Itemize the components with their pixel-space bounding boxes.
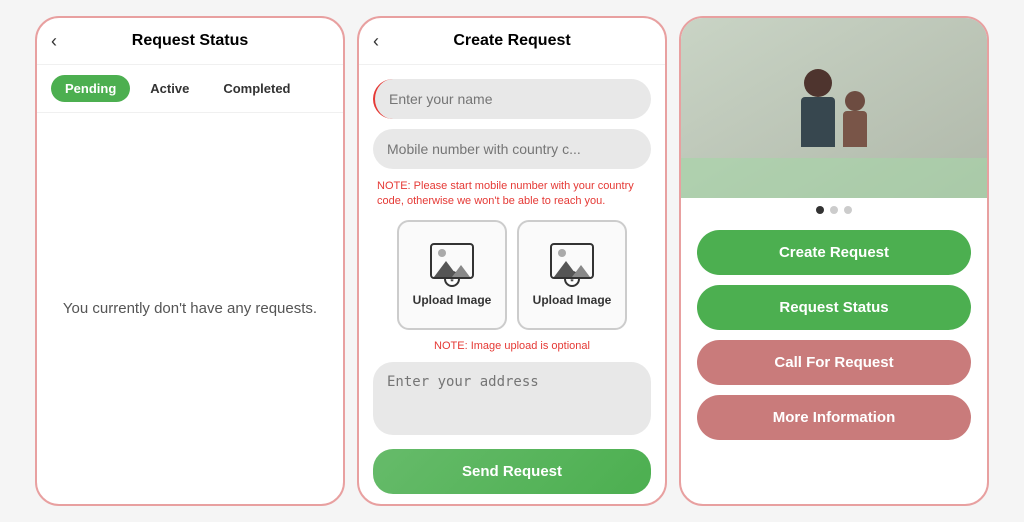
back-arrow-icon[interactable]: ‹ — [51, 31, 57, 52]
upload-label-1: Upload Image — [413, 293, 492, 307]
tab-active[interactable]: Active — [136, 75, 203, 102]
empty-message: You currently don't have any requests. — [63, 300, 317, 317]
image-frame-icon-2 — [550, 243, 594, 279]
tab-pending[interactable]: Pending — [51, 75, 130, 102]
tab-completed[interactable]: Completed — [209, 75, 304, 102]
name-input[interactable] — [373, 79, 651, 119]
upload-note: NOTE: Image upload is optional — [373, 340, 651, 352]
child-person — [843, 91, 867, 147]
home-screen: Create Request Request Status Call For R… — [679, 16, 989, 506]
upload-row: ⇧ Upload Image ⇧ Upload Image — [373, 220, 651, 330]
address-input[interactable] — [373, 362, 651, 435]
mobile-input[interactable] — [373, 129, 651, 169]
request-status-screen: ‹ Request Status Pending Active Complete… — [35, 16, 345, 506]
header-create-request: ‹ Create Request — [359, 18, 665, 65]
dot-1[interactable] — [816, 206, 824, 214]
back-arrow-icon-2[interactable]: ‹ — [373, 31, 379, 52]
create-request-button[interactable]: Create Request — [697, 230, 971, 275]
screens-container: ‹ Request Status Pending Active Complete… — [0, 0, 1024, 522]
dot-3[interactable] — [844, 206, 852, 214]
empty-state: You currently don't have any requests. — [37, 113, 343, 504]
upload-label-2: Upload Image — [533, 293, 612, 307]
carousel-dots — [681, 198, 987, 222]
header-request-status: ‹ Request Status — [37, 18, 343, 65]
upload-image-1[interactable]: ⇧ Upload Image — [397, 220, 507, 330]
more-information-button[interactable]: More Information — [697, 395, 971, 440]
tab-bar: Pending Active Completed — [37, 65, 343, 113]
mobile-note: NOTE: Please start mobile number with yo… — [373, 179, 651, 210]
upload-image-2[interactable]: ⇧ Upload Image — [517, 220, 627, 330]
request-status-button[interactable]: Request Status — [697, 285, 971, 330]
screen2-title: Create Request — [453, 32, 570, 50]
hero-people-illustration — [681, 18, 987, 198]
create-request-screen: ‹ Create Request NOTE: Please start mobi… — [357, 16, 667, 506]
image-frame-icon-1 — [430, 243, 474, 279]
dot-2[interactable] — [830, 206, 838, 214]
adult-person — [801, 69, 835, 147]
action-buttons: Create Request Request Status Call For R… — [681, 222, 987, 456]
table-surface — [681, 158, 987, 198]
send-request-button[interactable]: Send Request — [373, 449, 651, 494]
screen1-title: Request Status — [132, 32, 248, 50]
form-container: NOTE: Please start mobile number with yo… — [359, 65, 665, 449]
hero-banner — [681, 18, 987, 198]
call-for-request-button[interactable]: Call For Request — [697, 340, 971, 385]
